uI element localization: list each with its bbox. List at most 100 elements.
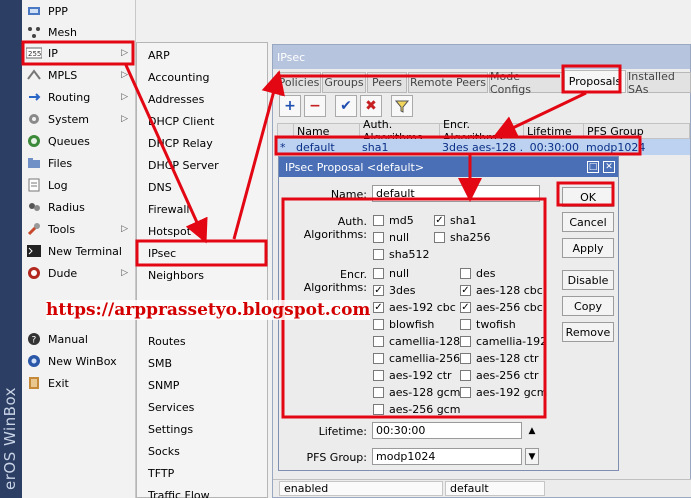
menu-item-ppp[interactable]: PPP <box>22 0 136 22</box>
submenu-item-accounting[interactable]: Accounting <box>137 66 267 88</box>
checkbox-encr-aes-256-gcm[interactable]: aes-256 gcm <box>373 402 460 416</box>
tab-peers[interactable]: Peers <box>367 72 407 93</box>
ipsec-window-title[interactable]: IPsec <box>273 45 690 69</box>
menu-item-dude[interactable]: Dude ▷ <box>22 262 136 284</box>
checkbox-encr-aes-192-gcm[interactable]: aes-192 gcm <box>460 385 547 399</box>
menu-item-log[interactable]: Log <box>22 174 136 196</box>
enable-button[interactable]: ✔ <box>335 95 357 117</box>
submenu-item-dhcp-relay[interactable]: DHCP Relay <box>137 132 267 154</box>
menu-item-new-winbox[interactable]: New WinBox <box>22 350 136 372</box>
checkbox-encr-camellia-128[interactable]: camellia-128 <box>373 334 460 348</box>
submenu-item-services[interactable]: Services <box>137 396 267 418</box>
filter-button[interactable] <box>391 95 413 117</box>
name-field[interactable]: default <box>372 185 540 202</box>
checkbox-encr-aes-256-cbc[interactable]: ✓ aes-256 cbc <box>460 300 543 314</box>
checkbox-encr-aes-192-ctr[interactable]: aes-192 ctr <box>373 368 452 382</box>
submenu-item-addresses[interactable]: Addresses <box>137 88 267 110</box>
checkbox-auth-null[interactable]: null <box>373 230 409 244</box>
dropdown-icon[interactable]: ▼ <box>525 448 539 465</box>
submenu-item-traffic-flow[interactable]: Traffic Flow <box>137 484 267 498</box>
tools-icon <box>26 222 42 236</box>
disable-button[interactable]: ✖ <box>360 95 382 117</box>
checkbox-encr-aes-192-cbc[interactable]: ✓ aes-192 cbc <box>373 300 456 314</box>
submenu-item-smb[interactable]: SMB <box>137 352 267 374</box>
submenu-item-settings[interactable]: Settings <box>137 418 267 440</box>
submenu-item-routes[interactable]: Routes <box>137 330 267 352</box>
menu-item-mpls[interactable]: MPLS ▷ <box>22 64 136 86</box>
tab-groups[interactable]: Groups <box>322 72 366 93</box>
tab-policies[interactable]: Policies <box>277 72 321 93</box>
checkbox-box <box>373 318 384 330</box>
checkbox-auth-sha512[interactable]: sha512 <box>373 247 429 261</box>
menu-item-new-terminal[interactable]: New Terminal <box>22 240 136 262</box>
checkbox-auth-md5[interactable]: md5 <box>373 213 414 227</box>
cancel-button[interactable]: Cancel <box>562 212 614 232</box>
checkbox-encr-3des[interactable]: ✓ 3des <box>373 283 415 297</box>
column-pfs-group[interactable]: PFS Group <box>584 124 691 138</box>
checkbox-encr-aes-128-gcm[interactable]: aes-128 gcm <box>373 385 460 399</box>
menu-item-exit[interactable]: Exit <box>22 372 136 394</box>
copy-button[interactable]: Copy <box>562 296 614 316</box>
checkbox-encr-des[interactable]: des <box>460 266 495 280</box>
checkbox-encr-camellia-192[interactable]: camellia-192 <box>460 334 547 348</box>
menu-item-files[interactable]: Files <box>22 152 136 174</box>
checkbox-encr-null[interactable]: null <box>373 266 409 280</box>
table-row[interactable]: * default sha1 3des aes-128 ... 00:30:00… <box>277 139 690 155</box>
apply-button[interactable]: Apply <box>562 238 614 258</box>
checkbox-encr-aes-128-cbc[interactable]: ✓ aes-128 cbc <box>460 283 543 297</box>
remove-button[interactable]: Remove <box>562 322 614 342</box>
tab-remote-peers[interactable]: Remote Peers <box>408 72 488 93</box>
checkbox-auth-sha256[interactable]: sha256 <box>434 230 490 244</box>
lifetime-field[interactable]: 00:30:00 <box>372 422 522 439</box>
column-name[interactable]: Name <box>294 124 360 138</box>
tab-installed-sas[interactable]: Installed SAs <box>627 70 691 96</box>
checkbox-encr-twofish[interactable]: twofish <box>460 317 516 331</box>
ok-button[interactable]: OK <box>562 187 614 207</box>
checkbox-auth-sha1[interactable]: ✓ sha1 <box>434 213 476 227</box>
submenu-item-dhcp-client[interactable]: DHCP Client <box>137 110 267 132</box>
dialog-title[interactable]: IPsec Proposal <default> <box>279 157 618 177</box>
add-button[interactable]: + <box>279 95 301 117</box>
remove-button[interactable]: − <box>304 95 326 117</box>
submenu-item-snmp[interactable]: SNMP <box>137 374 267 396</box>
submenu-item-neighbors[interactable]: Neighbors <box>137 264 267 286</box>
pfs-group-select[interactable]: modp1024 <box>372 448 522 465</box>
submenu-item-tftp[interactable]: TFTP <box>137 462 267 484</box>
menu-item-routing[interactable]: Routing ▷ <box>22 86 136 108</box>
column-auth-algorithms[interactable]: Auth. Algorithms <box>360 118 440 144</box>
submenu-item-arp[interactable]: ARP <box>137 44 267 66</box>
checkbox-encr-camellia-256[interactable]: camellia-256 <box>373 351 460 365</box>
menu-item-manual[interactable]: ? Manual <box>22 328 136 350</box>
tab-mode-configs[interactable]: Mode Configs <box>489 70 563 96</box>
close-icon[interactable]: ✕ <box>603 161 615 173</box>
menu-item-mesh[interactable]: Mesh <box>22 21 136 43</box>
menu-item-radius[interactable]: Radius <box>22 196 136 218</box>
tab-proposals[interactable]: Proposals <box>564 70 626 93</box>
submenu-item-firewall[interactable]: Firewall <box>137 198 267 220</box>
terminal-icon <box>26 244 42 258</box>
menu-item-system[interactable]: System ▷ <box>22 108 136 130</box>
cell-auth: sha1 <box>362 140 389 154</box>
checkbox-label: sha1 <box>450 213 477 227</box>
column-lifetime[interactable]: Lifetime <box>524 124 584 138</box>
maximize-icon[interactable]: □ <box>587 161 599 173</box>
plus-icon: + <box>284 98 296 114</box>
ip-icon: 255 <box>26 46 42 60</box>
checkbox-encr-aes-256-ctr[interactable]: aes-256 ctr <box>460 368 539 382</box>
checkbox-encr-aes-128-ctr[interactable]: aes-128 ctr <box>460 351 539 365</box>
submenu-item-socks[interactable]: Socks <box>137 440 267 462</box>
submenu-item-dns[interactable]: DNS <box>137 176 267 198</box>
submenu-item-dhcp-server[interactable]: DHCP Server <box>137 154 267 176</box>
collapse-up-icon[interactable]: ▲ <box>525 422 539 439</box>
checkbox-encr-blowfish[interactable]: blowfish <box>373 317 434 331</box>
checkbox-label: null <box>389 230 410 244</box>
submenu-item-hotspot[interactable]: Hotspot <box>137 220 267 242</box>
menu-item-tools[interactable]: Tools ▷ <box>22 218 136 240</box>
row-marker: * <box>280 140 286 154</box>
menu-item-ip[interactable]: 255 IP ▷ <box>22 42 136 64</box>
lifetime-label: Lifetime: <box>318 425 367 438</box>
column-encr-algorithms[interactable]: Encr. Algorithms <box>440 118 524 144</box>
menu-item-queues[interactable]: Queues <box>22 130 136 152</box>
submenu-item-ipsec[interactable]: IPsec <box>137 242 267 264</box>
disable-button[interactable]: Disable <box>562 270 614 290</box>
